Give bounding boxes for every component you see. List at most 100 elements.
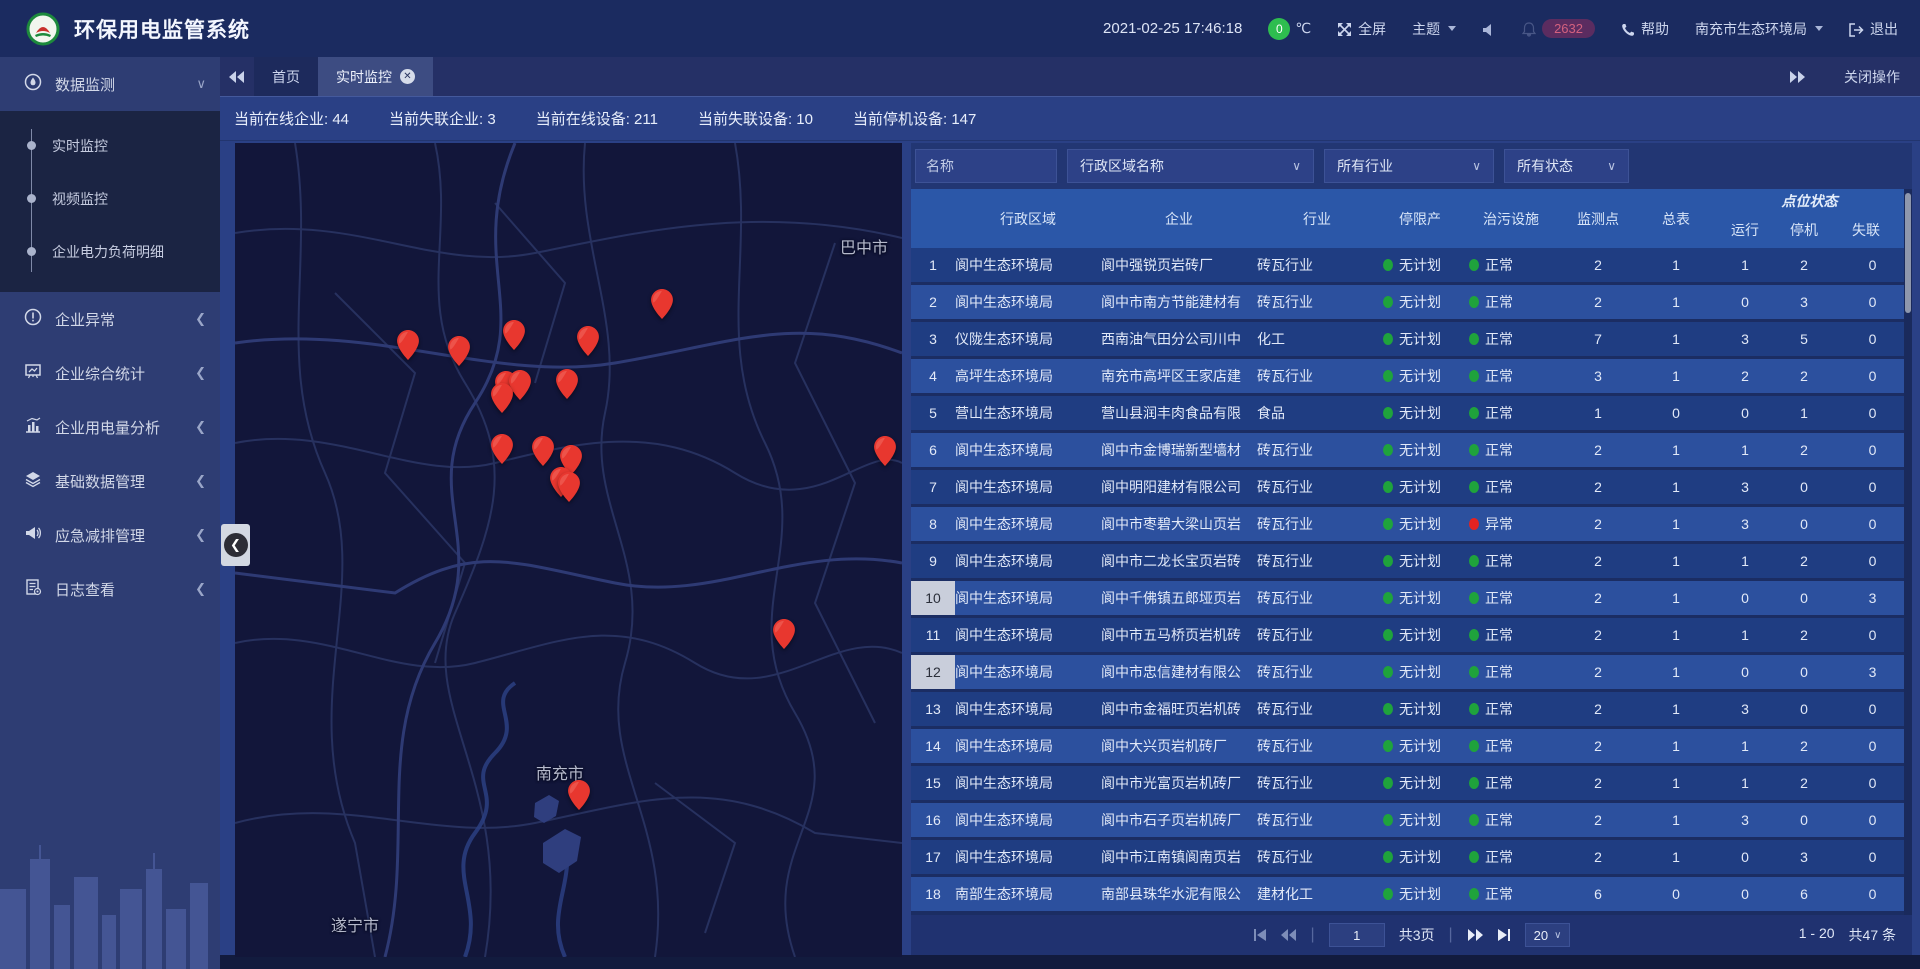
map-pin-14[interactable] — [558, 472, 580, 502]
prev-page-button[interactable] — [1281, 929, 1297, 941]
col-run: 运行 — [1715, 220, 1775, 240]
map-pin-2[interactable] — [448, 336, 470, 366]
map-canvas[interactable]: 巴中市南充市遂宁市 ❮ — [235, 143, 902, 957]
sidebar-item-日志查看[interactable]: 日志查看❮ — [0, 562, 220, 616]
sidebar-subitem-实时监控[interactable]: 实时监控 — [0, 119, 220, 172]
tabs-scroll-left-button[interactable] — [220, 57, 254, 96]
tab-首页[interactable]: 首页 — [254, 57, 318, 96]
map-pin-8[interactable] — [491, 383, 513, 413]
table-row-14[interactable]: 14阆中生态环境局阆中大兴页岩机砖厂砖瓦行业无计划正常21120 — [911, 729, 1912, 763]
cell-region: 南部生态环境局 — [955, 884, 1101, 904]
region-filter-select[interactable]: 行政区域名称 ∨ — [1067, 149, 1314, 183]
status-dot-icon — [1383, 888, 1393, 900]
industry-filter-select[interactable]: 所有行业 ∨ — [1324, 149, 1494, 183]
close-operations-button[interactable]: 关闭操作 — [1844, 67, 1900, 87]
table-row-11[interactable]: 11阆中生态环境局阆中市五马桥页岩机砖砖瓦行业无计划正常21120 — [911, 618, 1912, 652]
page-number-input[interactable] — [1329, 923, 1385, 947]
table-row-4[interactable]: 4高坪生态环境局南充市高坪区王家店建砖瓦行业无计划正常31220 — [911, 359, 1912, 393]
map-pin-3[interactable] — [503, 320, 525, 350]
theme-dropdown[interactable]: 主题 — [1412, 19, 1456, 39]
table-row-8[interactable]: 8阆中生态环境局阆中市枣碧大梁山页岩砖瓦行业无计划异常21300 — [911, 507, 1912, 541]
cell-facility: 正常 — [1463, 292, 1559, 312]
cell-run: 0 — [1715, 405, 1775, 421]
sidebar-item-企业异常[interactable]: 企业异常❮ — [0, 292, 220, 346]
name-filter-input[interactable] — [915, 149, 1057, 183]
table-row-17[interactable]: 17阆中生态环境局阆中市江南镇阆南页岩砖瓦行业无计划正常21030 — [911, 840, 1912, 874]
page-size-select[interactable]: 20 ∨ — [1525, 923, 1571, 947]
table-row-2[interactable]: 2阆中生态环境局阆中市南方节能建材有砖瓦行业无计划正常21030 — [911, 285, 1912, 319]
sidebar-item-企业综合统计[interactable]: 企业综合统计❮ — [0, 346, 220, 400]
cell-stop: 3 — [1775, 294, 1833, 310]
cell-company: 阆中明阳建材有限公司 — [1101, 477, 1257, 497]
table-row-3[interactable]: 3仪陇生态环境局西南油气田分公司川中化工无计划正常71350 — [911, 322, 1912, 356]
cell-index: 9 — [911, 544, 955, 578]
table-row-9[interactable]: 9阆中生态环境局阆中市二龙长宝页岩砖砖瓦行业无计划正常21120 — [911, 544, 1912, 578]
cell-industry: 砖瓦行业 — [1257, 847, 1377, 867]
status-dot-icon — [1469, 370, 1479, 382]
tab-实时监控[interactable]: 实时监控✕ — [318, 57, 433, 96]
table-row-10[interactable]: 10阆中生态环境局阆中千佛镇五郎垭页岩砖瓦行业无计划正常21003 — [911, 581, 1912, 615]
status-dot-icon — [1383, 481, 1393, 493]
sidebar-item-基础数据管理[interactable]: 基础数据管理❮ — [0, 454, 220, 508]
cell-facility: 正常 — [1463, 440, 1559, 460]
map-pin-1[interactable] — [397, 330, 419, 360]
table-row-6[interactable]: 6阆中生态环境局阆中市金博瑞新型墙材砖瓦行业无计划正常21120 — [911, 433, 1912, 467]
map-pin-10[interactable] — [491, 434, 513, 464]
cell-index: 10 — [911, 581, 955, 615]
tab-bar: 首页实时监控✕ 关闭操作 — [220, 57, 1920, 97]
cell-lost: 0 — [1833, 368, 1912, 384]
sidebar-subitem-视频监控[interactable]: 视频监控 — [0, 172, 220, 225]
notifications[interactable]: 2632 — [1522, 19, 1595, 38]
next-page-button[interactable] — [1467, 929, 1483, 941]
fullscreen-icon — [1337, 20, 1352, 37]
cell-lost: 0 — [1833, 812, 1912, 828]
map-pin-16[interactable] — [773, 619, 795, 649]
org-dropdown[interactable]: 南充市生态环境局 — [1695, 19, 1823, 39]
cell-company: 西南油气田分公司川中 — [1101, 329, 1257, 349]
cell-stop: 2 — [1775, 775, 1833, 791]
cell-region: 仪陇生态环境局 — [955, 329, 1101, 349]
table-row-5[interactable]: 5营山生态环境局营山县润丰肉食品有限食品无计划正常10010 — [911, 396, 1912, 430]
app-logo-icon — [26, 12, 60, 46]
map-pin-17[interactable] — [568, 780, 590, 810]
table-row-7[interactable]: 7阆中生态环境局阆中明阳建材有限公司砖瓦行业无计划正常21300 — [911, 470, 1912, 504]
map-collapse-button[interactable]: ❮ — [221, 524, 250, 566]
table-row-13[interactable]: 13阆中生态环境局阆中市金福旺页岩机砖砖瓦行业无计划正常21300 — [911, 692, 1912, 726]
logout-button[interactable]: 退出 — [1849, 19, 1898, 39]
map-pin-15[interactable] — [874, 436, 896, 466]
status-filter-select[interactable]: 所有状态 ∨ — [1504, 149, 1629, 183]
temperature-unit: ℃ — [1295, 20, 1311, 37]
table-row-16[interactable]: 16阆中生态环境局阆中市石子页岩机砖厂砖瓦行业无计划正常21300 — [911, 803, 1912, 837]
fullscreen-button[interactable]: 全屏 — [1337, 19, 1386, 39]
last-page-button[interactable] — [1497, 929, 1511, 941]
cell-index: 8 — [911, 507, 955, 541]
map-pin-4[interactable] — [577, 326, 599, 356]
table-scrollbar[interactable] — [1904, 189, 1912, 915]
sidebar-subitem-企业电力负荷明细[interactable]: 企业电力负荷明细 — [0, 225, 220, 278]
tab-close-icon[interactable]: ✕ — [400, 69, 415, 84]
help-button[interactable]: 帮助 — [1621, 19, 1669, 39]
table-row-12[interactable]: 12阆中生态环境局阆中市忠信建材有限公砖瓦行业无计划正常21003 — [911, 655, 1912, 689]
cell-facility: 正常 — [1463, 662, 1559, 682]
map-pin-11[interactable] — [532, 436, 554, 466]
chevron-down-icon: ∨ — [1472, 159, 1481, 173]
map-pin-9[interactable] — [556, 369, 578, 399]
theme-label: 主题 — [1412, 19, 1440, 39]
sound-button[interactable] — [1482, 20, 1496, 36]
table-row-15[interactable]: 15阆中生态环境局阆中市光富页岩机砖厂砖瓦行业无计划正常21120 — [911, 766, 1912, 800]
sidebar-item-数据监测[interactable]: 数据监测∨ — [0, 57, 220, 111]
map-pin-5[interactable] — [651, 289, 673, 319]
table-row-18[interactable]: 18南部生态环境局南部县珠华水泥有限公建材化工无计划正常60060 — [911, 877, 1912, 911]
cell-meters: 1 — [1637, 664, 1715, 680]
stat-当前失联企业: 当前失联企业: 3 — [389, 108, 496, 129]
cell-region: 阆中生态环境局 — [955, 440, 1101, 460]
cell-industry: 砖瓦行业 — [1257, 551, 1377, 571]
first-page-button[interactable] — [1253, 929, 1267, 941]
sidebar-item-应急减排管理[interactable]: 应急减排管理❮ — [0, 508, 220, 562]
cell-lost: 0 — [1833, 701, 1912, 717]
sidebar-item-企业用电量分析[interactable]: 企业用电量分析❮ — [0, 400, 220, 454]
table-row-1[interactable]: 1阆中生态环境局阆中强锐页岩砖厂砖瓦行业无计划正常21120 — [911, 248, 1912, 282]
scrollbar-thumb[interactable] — [1905, 193, 1911, 313]
status-dot-icon — [1383, 333, 1393, 345]
tabs-scroll-right-button[interactable] — [1780, 71, 1814, 83]
